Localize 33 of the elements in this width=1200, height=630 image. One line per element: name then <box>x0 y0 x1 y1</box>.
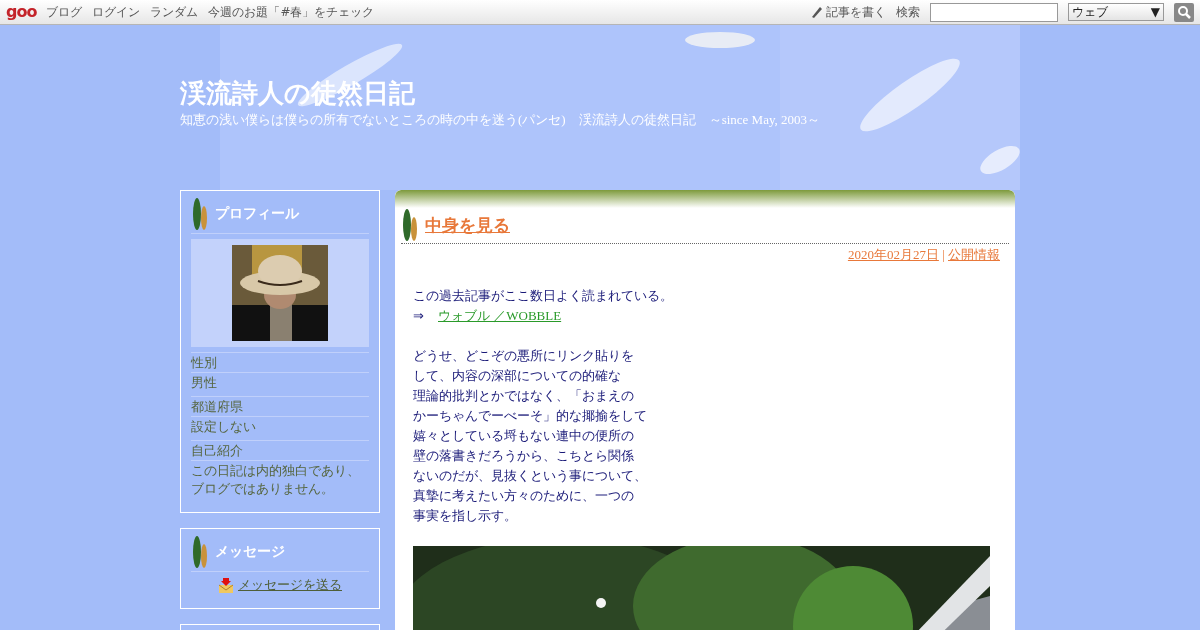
panel-title: プロフィール <box>215 205 299 223</box>
article-link[interactable]: ウォブル ／WOBBLE <box>438 308 562 323</box>
search-label: 検索 <box>896 3 920 21</box>
profile-value: 男性 <box>191 372 369 392</box>
search-scope-dropdown[interactable]: ウェブ ▼ <box>1068 3 1164 21</box>
post-title-link[interactable]: 中身を見る <box>425 213 510 237</box>
arrow-text: ⇒ <box>413 308 424 323</box>
tree-icon <box>191 535 209 569</box>
category-link[interactable]: 公開情報 <box>948 247 1000 262</box>
nav-link[interactable]: ログイン <box>92 3 141 21</box>
blog-subtitle: 知恵の浅い僕らは僕らの所有でないところの時の中を迷う(パンセ) 渓流詩人の徒然日記 ～since May, 2003～ <box>180 111 822 129</box>
search-button[interactable] <box>1174 2 1194 22</box>
panel-title: メッセージ <box>215 543 285 561</box>
search-field[interactable] <box>930 2 1058 22</box>
intro-text: この過去記事がここ数日よく読まれている。 <box>413 287 674 305</box>
post-date-link[interactable]: 2020年02月27日 <box>847 247 939 262</box>
tree-icon <box>191 197 209 231</box>
nav-link[interactable]: ランダム <box>150 3 199 21</box>
separator-text: | <box>942 247 945 262</box>
nav-link[interactable]: 今週のお題「#春」をチェック <box>208 3 375 21</box>
profile-value: 設定しない <box>191 416 369 436</box>
profile-label: 自己紹介 <box>191 440 369 460</box>
pencil-icon <box>810 5 823 19</box>
post-paragraph: どうせ、どこぞの悪所にリンク貼りを して、内容の深部についての的確な 理論的批判とかではなく、「おまえの かーちゃんでーべーそ」的な揶揄をして 嬉々としている埒もない連中の便所の 壁の落書きだろうから、こちとら関係 ないのだが、見抜くという事について、 真摯に考えたい方々のために、一つの 事実を指し示す。 <box>413 347 648 525</box>
tree-icon <box>401 208 419 242</box>
write-article-link[interactable]: 記事を書く <box>810 3 886 21</box>
profile-value: この日記は内的独白であり、ブログではありません。 <box>191 460 369 498</box>
site-logo[interactable]: goo <box>6 4 37 20</box>
nav-link[interactable]: ブログ <box>46 3 83 21</box>
envelope-icon <box>218 577 234 593</box>
profile-label: 都道府県 <box>191 396 369 416</box>
send-message-link[interactable]: メッセージを送る <box>238 576 342 594</box>
profile-label: 性別 <box>191 352 369 372</box>
